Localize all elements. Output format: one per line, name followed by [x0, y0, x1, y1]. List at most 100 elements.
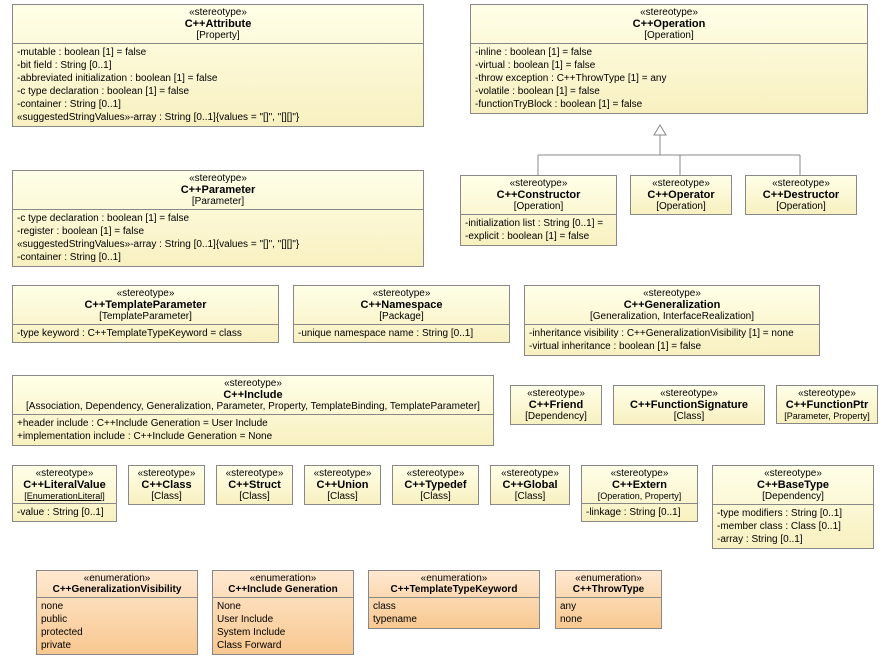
stereotype-label: «stereotype»: [781, 388, 873, 399]
base-class: [Dependency]: [717, 491, 869, 502]
attributes: +header include : C++Include Generation …: [13, 415, 493, 445]
stereotype-label: «stereotype»: [221, 468, 288, 479]
class-namespace: «stereotype»C++Namespace[Package] -uniqu…: [293, 285, 510, 343]
stereotype-label: «stereotype»: [717, 468, 869, 479]
attributes: -type keyword : C++TemplateTypeKeyword =…: [13, 325, 278, 342]
class-name: C++FunctionPtr: [781, 399, 873, 411]
class-function-ptr: «stereotype»C++FunctionPtr[Parameter, Pr…: [776, 385, 878, 424]
base-class: [Dependency]: [515, 411, 597, 422]
stereotype-label: «stereotype»: [635, 178, 727, 189]
attributes: -value : String [0..1]: [13, 504, 116, 521]
class-class: «stereotype»C++Class[Class]: [128, 465, 205, 505]
base-class: [Operation]: [465, 201, 612, 212]
class-union: «stereotype»C++Union[Class]: [304, 465, 381, 505]
base-class: [Generalization, InterfaceRealization]: [529, 311, 815, 322]
enumeration-label: «enumeration»: [560, 573, 657, 584]
enumeration-label: «enumeration»: [41, 573, 193, 584]
class-name: C++TemplateParameter: [17, 299, 274, 311]
stereotype-label: «stereotype»: [17, 173, 419, 184]
stereotype-label: «stereotype»: [17, 7, 419, 18]
base-class: [Class]: [221, 491, 288, 502]
base-class: [Parameter]: [17, 196, 419, 207]
stereotype-label: «stereotype»: [515, 388, 597, 399]
base-class: [Class]: [618, 411, 760, 422]
base-class: [Property]: [17, 30, 419, 41]
attributes: -inline : boolean [1] = false-virtual : …: [471, 44, 867, 113]
class-include: «stereotype»C++Include[Association, Depe…: [12, 375, 494, 446]
attributes: -type modifiers : String [0..1]-member c…: [713, 505, 873, 548]
class-name: C++Class: [133, 479, 200, 491]
class-name: C++Global: [495, 479, 565, 491]
class-name: C++Union: [309, 479, 376, 491]
class-destructor: «stereotype»C++Destructor[Operation]: [745, 175, 857, 215]
enum-template-type-keyword: «enumeration»C++TemplateTypeKeyword clas…: [368, 570, 540, 629]
attributes: -unique namespace name : String [0..1]: [294, 325, 509, 342]
enumeration-label: «enumeration»: [373, 573, 535, 584]
class-function-signature: «stereotype»C++FunctionSignature[Class]: [613, 385, 765, 425]
class-typedef: «stereotype»C++Typedef[Class]: [392, 465, 479, 505]
enum-name: C++ThrowType: [560, 584, 657, 595]
base-class: [Parameter, Property]: [781, 411, 873, 421]
enum-values: nonepublicprotectedprivate: [37, 598, 197, 654]
class-name: C++Operation: [475, 18, 863, 30]
class-global: «stereotype»C++Global[Class]: [490, 465, 570, 505]
enum-generalization-visibility: «enumeration»C++GeneralizationVisibility…: [36, 570, 198, 655]
stereotype-label: «stereotype»: [475, 7, 863, 18]
base-class: [Class]: [495, 491, 565, 502]
enum-values: NoneUser IncludeSystem IncludeClass Forw…: [213, 598, 353, 654]
class-name: C++LiteralValue: [17, 479, 112, 491]
class-generalization: «stereotype»C++Generalization[Generaliza…: [524, 285, 820, 356]
stereotype-label: «stereotype»: [17, 468, 112, 479]
base-class: [Class]: [133, 491, 200, 502]
enum-values: anynone: [556, 598, 661, 628]
enum-name: C++GeneralizationVisibility: [41, 584, 193, 595]
stereotype-label: «stereotype»: [586, 468, 693, 479]
class-template-parameter: «stereotype»C++TemplateParameter[Templat…: [12, 285, 279, 343]
inheritance-connector: [460, 120, 860, 180]
class-name: C++FunctionSignature: [618, 399, 760, 411]
base-class: [EnumerationLiteral]: [17, 491, 112, 501]
stereotype-label: «stereotype»: [618, 388, 760, 399]
class-attribute: «stereotype»C++Attribute[Property] -muta…: [12, 4, 424, 127]
class-literal-value: «stereotype»C++LiteralValue[EnumerationL…: [12, 465, 117, 522]
base-class: [Operation]: [475, 30, 863, 41]
class-parameter: «stereotype»C++Parameter[Parameter] -c t…: [12, 170, 424, 267]
attributes: -initialization list : String [0..1] =-e…: [461, 215, 616, 245]
attributes: -linkage : String [0..1]: [582, 504, 697, 521]
class-extern: «stereotype»C++Extern[Operation, Propert…: [581, 465, 698, 522]
base-class: [Package]: [298, 311, 505, 322]
attributes: -inheritance visibility : C++Generalizat…: [525, 325, 819, 355]
class-struct: «stereotype»C++Struct[Class]: [216, 465, 293, 505]
class-name: C++Generalization: [529, 299, 815, 311]
base-class: [TemplateParameter]: [17, 311, 274, 322]
stereotype-label: «stereotype»: [397, 468, 474, 479]
enumeration-label: «enumeration»: [217, 573, 349, 584]
attributes: -mutable : boolean [1] = false-bit field…: [13, 44, 423, 126]
base-class: [Class]: [397, 491, 474, 502]
class-base-type: «stereotype»C++BaseType[Dependency] -typ…: [712, 465, 874, 549]
stereotype-label: «stereotype»: [495, 468, 565, 479]
class-name: C++Struct: [221, 479, 288, 491]
base-class: [Operation, Property]: [586, 491, 693, 501]
base-class: [Class]: [309, 491, 376, 502]
class-name: C++BaseType: [717, 479, 869, 491]
class-name: C++Typedef: [397, 479, 474, 491]
class-name: C++Attribute: [17, 18, 419, 30]
class-name: C++Include: [17, 389, 489, 401]
attributes: -c type declaration : boolean [1] = fals…: [13, 210, 423, 266]
stereotype-label: «stereotype»: [750, 178, 852, 189]
enum-throw-type: «enumeration»C++ThrowType anynone: [555, 570, 662, 629]
class-name: C++Extern: [586, 479, 693, 491]
class-name: C++Friend: [515, 399, 597, 411]
stereotype-label: «stereotype»: [17, 288, 274, 299]
base-class: [Association, Dependency, Generalization…: [17, 401, 489, 412]
stereotype-label: «stereotype»: [465, 178, 612, 189]
stereotype-label: «stereotype»: [298, 288, 505, 299]
class-name: C++Namespace: [298, 299, 505, 311]
class-name: C++Destructor: [750, 189, 852, 201]
class-name: C++Operator: [635, 189, 727, 201]
class-name: C++Parameter: [17, 184, 419, 196]
class-name: C++Constructor: [465, 189, 612, 201]
base-class: [Operation]: [635, 201, 727, 212]
class-operator: «stereotype»C++Operator[Operation]: [630, 175, 732, 215]
